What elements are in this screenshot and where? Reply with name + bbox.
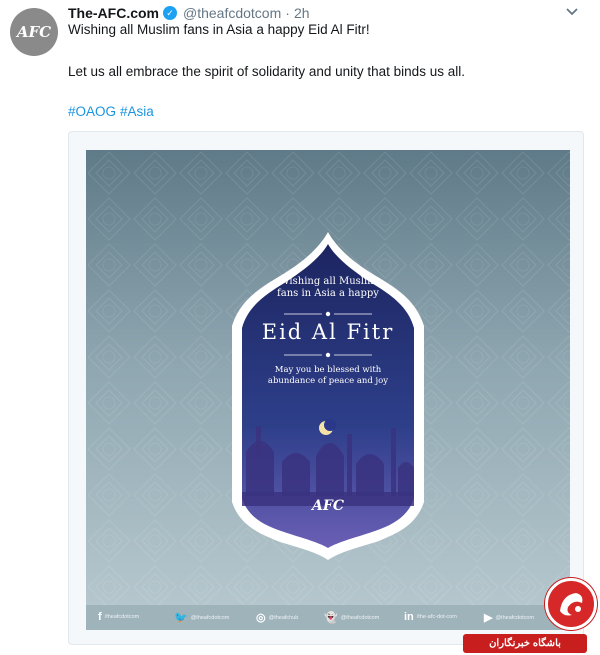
chevron-down-icon[interactable] <box>564 6 580 20</box>
watermark-logo-icon <box>545 578 597 630</box>
linkedin-icon: in <box>404 611 414 623</box>
timestamp[interactable]: 2h <box>294 5 310 21</box>
poster-title: Eid Al Fitr <box>261 320 395 344</box>
facebook-icon: f <box>98 611 102 623</box>
tweet: AFC The-AFC.com ✓ @theafcdotcom · 2h Wis… <box>0 0 600 655</box>
hashtag-link[interactable]: #Asia <box>120 104 154 119</box>
twitter-link: 🐦 @theafcdotcom <box>174 612 230 624</box>
poster-blessing: May you be blessed with abundance of pea… <box>267 365 389 386</box>
ornament-divider <box>284 352 372 358</box>
hashtags: #OAOG #Asia <box>68 104 154 119</box>
verified-icon: ✓ <box>163 6 177 20</box>
watermark-badge: باشگاه خبرنگاران <box>463 578 600 655</box>
linkedin-link: in /the-afc-dot-com <box>404 611 457 623</box>
watermark-text: باشگاه خبرنگاران <box>463 634 587 653</box>
instagram-icon: ◎ <box>256 612 266 624</box>
snapchat-link: 👻 @theafcdotcom <box>324 612 380 624</box>
tweet-text-line-1: Wishing all Muslim fans in Asia a happy … <box>68 22 370 37</box>
display-name[interactable]: The-AFC.com <box>68 5 159 21</box>
separator-dot: · <box>285 5 290 21</box>
snapchat-icon: 👻 <box>324 612 338 624</box>
afc-logo: AFC <box>312 498 344 514</box>
ornament-divider <box>284 311 372 317</box>
twitter-icon: 🐦 <box>174 612 188 624</box>
tweet-header: The-AFC.com ✓ @theafcdotcom · 2h <box>68 4 310 22</box>
poster-greeting: Wishing all Muslim fans in Asia a happy <box>277 276 379 299</box>
eid-poster-image[interactable]: Wishing all Muslim fans in Asia a happy … <box>86 150 570 630</box>
tweet-text-line-2: Let us all embrace the spirit of solidar… <box>68 64 465 79</box>
handle[interactable]: @theafcdotcom <box>183 5 281 21</box>
avatar[interactable]: AFC <box>10 8 58 56</box>
instagram-link: ◎ @theafchub <box>256 612 299 624</box>
hashtag-link[interactable]: #OAOG <box>68 104 116 119</box>
media-card[interactable]: Wishing all Muslim fans in Asia a happy … <box>68 131 584 645</box>
facebook-link: f /theafcdotcom <box>98 611 140 623</box>
